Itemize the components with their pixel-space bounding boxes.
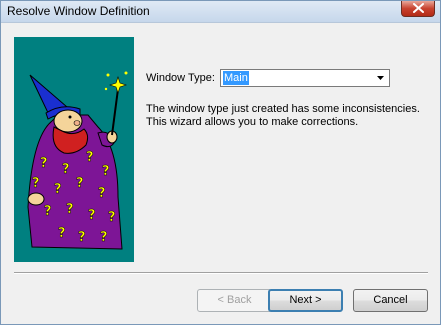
svg-text:?: ? [100,230,108,245]
svg-text:?: ? [86,150,94,165]
svg-text:?: ? [58,226,66,241]
wizard-image-panel: ? ? ? ? ? ? ? ? ? ? ? ? ? ? ? [14,37,134,262]
svg-text:?: ? [98,186,106,201]
svg-text:?: ? [40,156,48,171]
dialog-body: ? ? ? ? ? ? ? ? ? ? ? ? ? ? ? Window Typ… [1,23,440,324]
wizard-illustration: ? ? ? ? ? ? ? ? ? ? ? ? ? ? ? [27,71,128,250]
cancel-button[interactable]: Cancel [353,289,428,312]
svg-text:?: ? [66,202,74,217]
svg-text:?: ? [76,176,84,191]
svg-text:?: ? [102,164,110,179]
next-button[interactable]: Next > [268,289,343,312]
title-bar[interactable]: Resolve Window Definition [1,1,440,23]
close-button[interactable] [401,1,435,17]
separator [14,272,428,274]
svg-text:?: ? [44,204,52,219]
description-text: The window type just created has some in… [146,103,420,128]
window-type-combobox[interactable]: Main [220,69,390,87]
svg-text:?: ? [78,230,86,245]
back-button[interactable]: < Back [197,289,272,312]
dropdown-button[interactable] [374,71,388,85]
svg-text:?: ? [54,182,62,197]
svg-text:?: ? [62,162,70,177]
close-icon [413,3,424,13]
svg-text:?: ? [108,210,116,225]
chevron-down-icon [377,76,384,80]
window-type-label: Window Type: [146,72,215,84]
wizard-dialog: Resolve Window Definition ? ? ? ? ? ? ? … [0,0,441,325]
window-title: Resolve Window Definition [7,4,150,18]
window-type-value: Main [223,71,249,85]
svg-text:?: ? [88,208,96,223]
svg-text:?: ? [32,176,40,191]
